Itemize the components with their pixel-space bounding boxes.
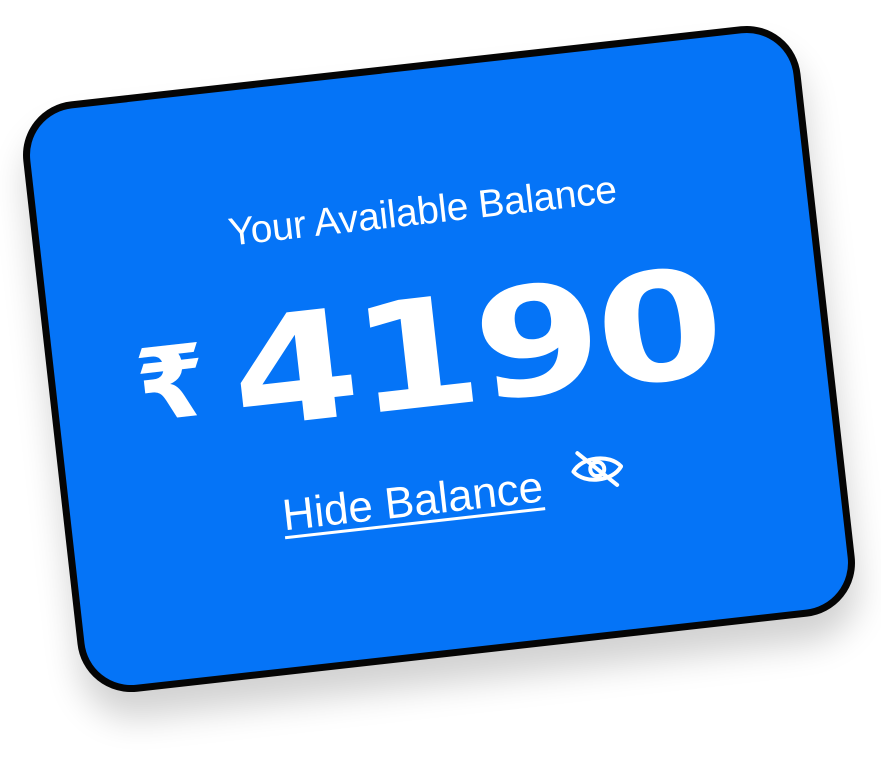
balance-card: Your Available Balance ₹ 4190 Hide Balan… (17, 20, 861, 698)
eye-off-icon[interactable] (567, 444, 628, 494)
balance-amount-row: ₹ 4190 (48, 236, 828, 472)
balance-amount: 4190 (222, 236, 729, 464)
hide-balance-link[interactable]: Hide Balance (280, 462, 546, 541)
currency-symbol: ₹ (130, 321, 213, 446)
stage: Your Available Balance ₹ 4190 Hide Balan… (0, 0, 881, 778)
